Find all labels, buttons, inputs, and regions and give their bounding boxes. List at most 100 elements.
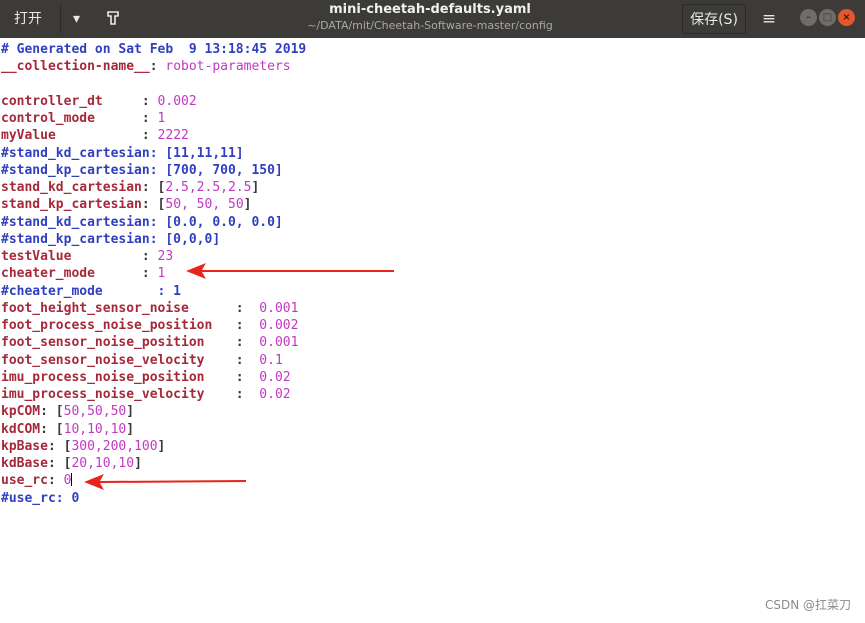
- hamburger-menu-icon[interactable]: ≡: [752, 4, 786, 34]
- yaml-key: foot_sensor_noise_velocity: [1, 352, 205, 368]
- window-subtitle-path: ~/DATA/mit/Cheetah-Software-master/confi…: [307, 19, 553, 32]
- yaml-bracket-close: ]: [243, 197, 252, 213]
- yaml-separator: :: [204, 369, 260, 385]
- yaml-separator: : [: [47, 456, 72, 471]
- yaml-value: 10,10,10: [63, 421, 127, 437]
- yaml-key: myValue: [1, 128, 56, 144]
- yaml-value: 0.02: [259, 387, 291, 402]
- yaml-separator: : [: [40, 404, 64, 420]
- comment-text: #stand_kp_cartesian: [0,0,0]: [1, 231, 221, 247]
- title-bar: 打开(O) ▾ mini-cheetah-defaults.yaml ~/DAT…: [0, 0, 865, 57]
- code-line: imu_process_noise_position : 0.02: [1, 369, 291, 386]
- code-line: #stand_kp_cartesian: [0,0,0]: [1, 231, 220, 248]
- yaml-separator: :: [94, 111, 158, 126]
- text-editor-area[interactable]: # Generated on Sat Feb 9 13:18:45 2019 __…: [0, 38, 865, 623]
- code-line: myValue : 2222: [1, 127, 189, 144]
- yaml-value: 2.5,2.5,2.5: [165, 180, 252, 195]
- comment-text: #cheater_mode : 1: [1, 283, 182, 299]
- code-line: stand_kp_cartesian: [50, 50, 50]: [1, 196, 251, 213]
- yaml-key: imu_process_noise_velocity: [1, 387, 205, 402]
- code-line: __collection-name__: robot-parameters: [1, 58, 291, 75]
- code-line: testValue : 23: [1, 248, 173, 265]
- yaml-key: testValue: [1, 249, 72, 264]
- code-line: foot_process_noise_position : 0.002: [1, 317, 298, 334]
- yaml-separator: :: [212, 318, 260, 333]
- code-line: controller_dt : 0.002: [1, 93, 197, 110]
- yaml-key: foot_sensor_noise_position: [1, 335, 205, 351]
- yaml-value: 23: [157, 249, 174, 264]
- yaml-separator: :: [102, 93, 158, 109]
- code-line: # Generated on Sat Feb 9 13:18:45 2019: [1, 41, 306, 58]
- yaml-value: 0.002: [259, 318, 299, 333]
- new-document-icon[interactable]: [98, 4, 128, 34]
- yaml-separator: :: [188, 300, 260, 316]
- yaml-key: kpBase: [1, 438, 48, 454]
- yaml-key: kpCOM: [1, 404, 41, 420]
- text-cursor: [71, 473, 73, 487]
- code-line: foot_sensor_noise_position : 0.001: [1, 334, 298, 351]
- code-line: #stand_kd_cartesian: [0.0, 0.0, 0.0]: [1, 214, 283, 231]
- yaml-separator: :: [47, 473, 64, 489]
- yaml-value: 0.001: [259, 335, 299, 351]
- yaml-separator: :: [71, 249, 158, 264]
- yaml-separator: :: [94, 266, 158, 282]
- yaml-separator: :: [149, 59, 166, 75]
- code-line: stand_kd_cartesian: [2.5,2.5,2.5]: [1, 179, 259, 196]
- yaml-value: 0.001: [259, 300, 299, 316]
- yaml-bracket-close: ]: [157, 438, 166, 454]
- yaml-separator: :: [204, 335, 260, 351]
- code-line: kdBase: [20,10,10]: [1, 455, 142, 472]
- yaml-value: 0.02: [259, 369, 291, 385]
- code-line: foot_height_sensor_noise : 0.001: [1, 300, 298, 317]
- annotation-arrow-use-rc: [84, 474, 246, 490]
- yaml-key: cheater_mode: [1, 266, 95, 282]
- maximize-icon[interactable]: □: [819, 9, 836, 26]
- yaml-value: 1: [157, 266, 166, 282]
- yaml-value: 50, 50, 50: [165, 197, 244, 213]
- yaml-key: controller_dt: [1, 93, 103, 109]
- yaml-key: foot_height_sensor_noise: [1, 300, 189, 316]
- code-line: kdCOM: [10,10,10]: [1, 421, 134, 438]
- yaml-key: control_mode: [1, 111, 95, 126]
- close-icon[interactable]: ×: [838, 9, 855, 26]
- yaml-value: 300,200,100: [71, 438, 158, 454]
- comment-text: #stand_kd_cartesian: [11,11,11]: [1, 145, 244, 161]
- yaml-separator: :: [55, 128, 158, 144]
- yaml-bracket-close: ]: [126, 421, 135, 437]
- open-dropdown-arrow-icon[interactable]: ▾: [60, 4, 92, 34]
- save-button[interactable]: 保存(S): [682, 4, 746, 34]
- code-line: control_mode : 1: [1, 110, 165, 127]
- yaml-value: 0.002: [157, 93, 197, 109]
- yaml-value: robot-parameters: [165, 59, 291, 75]
- yaml-value: 20,10,10: [71, 456, 135, 471]
- yaml-key: kdCOM: [1, 421, 41, 437]
- code-line: cheater_mode : 1: [1, 265, 165, 282]
- yaml-key: foot_process_noise_position: [1, 318, 213, 333]
- window-title: mini-cheetah-defaults.yaml: [329, 2, 531, 17]
- yaml-value: 50,50,50: [63, 404, 127, 420]
- yaml-value: 2222: [157, 128, 189, 144]
- code-line: #use_rc: 0: [1, 490, 79, 507]
- yaml-separator: : [: [141, 180, 166, 195]
- yaml-separator: : [: [40, 421, 64, 437]
- code-line: kpBase: [300,200,100]: [1, 438, 165, 455]
- code-line: #stand_kp_cartesian: [700, 700, 150]: [1, 162, 283, 179]
- code-line: #cheater_mode : 1: [1, 283, 181, 300]
- yaml-bracket-close: ]: [251, 180, 260, 195]
- minimize-icon[interactable]: –: [800, 9, 817, 26]
- code-line: imu_process_noise_velocity : 0.02: [1, 386, 291, 403]
- code-line: use_rc: 0: [1, 472, 73, 489]
- yaml-separator: : [: [47, 438, 72, 454]
- yaml-value: 0.1: [259, 352, 283, 368]
- code-line: #stand_kd_cartesian: [11,11,11]: [1, 145, 244, 162]
- yaml-key: stand_kp_cartesian: [1, 197, 142, 213]
- yaml-separator: :: [204, 387, 260, 402]
- yaml-key: kdBase: [1, 456, 48, 471]
- comment-text: #stand_kp_cartesian: [700, 700, 150]: [1, 162, 283, 178]
- annotation-arrow-cheater-mode: [186, 263, 394, 279]
- yaml-separator: : [: [141, 197, 166, 213]
- yaml-separator: :: [204, 352, 260, 368]
- comment-text: #use_rc: 0: [1, 490, 80, 506]
- open-button[interactable]: 打开(O): [2, 4, 60, 57]
- yaml-key: __collection-name__: [1, 59, 150, 75]
